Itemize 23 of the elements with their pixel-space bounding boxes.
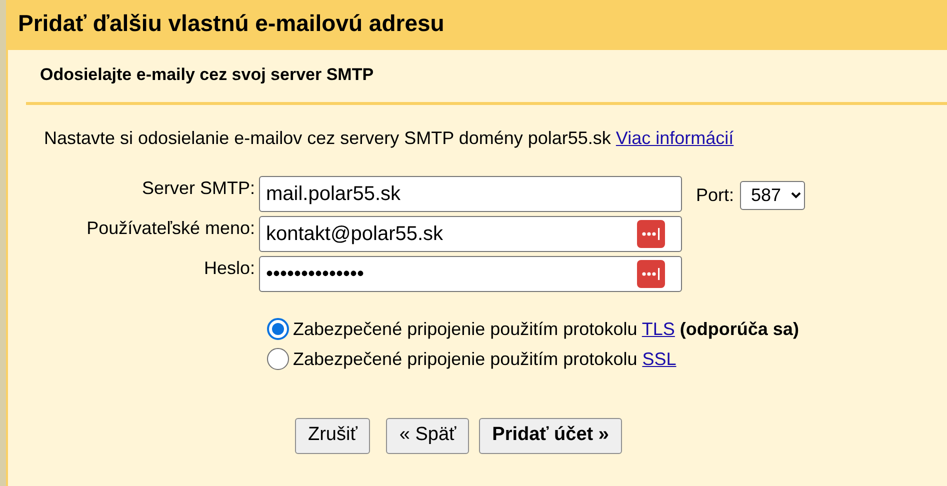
protocol-link[interactable]: TLS [642,318,675,338]
window-title: Pridať ďalšiu vlastnú e-mailovú adresu [17,9,446,38]
input-field[interactable]: •••••••••••••• [259,256,682,292]
more-info-link[interactable]: Viac informácií [616,128,734,148]
section-heading: Odosielajte e-maily cez svoj server SMTP [40,64,374,86]
password-manager-icon[interactable] [637,220,665,248]
radio-button[interactable] [267,318,289,340]
radio-label: Zabezpečené pripojenie použitím protokolu TLS (odporúča sa) [293,318,799,341]
input-field[interactable]: kontakt@polar55.sk [259,216,682,252]
password-manager-icon[interactable] [637,260,665,288]
intro-text: Nastavte si odosielanie e-mailov cez servery SMTP domény polar55.sk Viac informácií [44,126,734,150]
field-label: Server SMTP: [142,176,255,200]
dialog-button[interactable]: Pridať účet » [479,418,622,454]
protocol-link[interactable]: SSL [642,348,676,368]
radio-button[interactable] [267,348,289,370]
field-label: Používateľské meno: [86,216,255,240]
field-label: Heslo: [204,256,255,280]
dialog-button[interactable]: Zrušiť [295,418,370,454]
port-label: Port: [696,184,734,206]
radio-label: Zabezpečené pripojenie použitím protokolu SSL [293,348,676,371]
port-select[interactable]: 587 [740,180,806,210]
input-field[interactable]: mail.polar55.sk [259,176,682,212]
dialog-button[interactable]: « Späť [386,418,470,454]
